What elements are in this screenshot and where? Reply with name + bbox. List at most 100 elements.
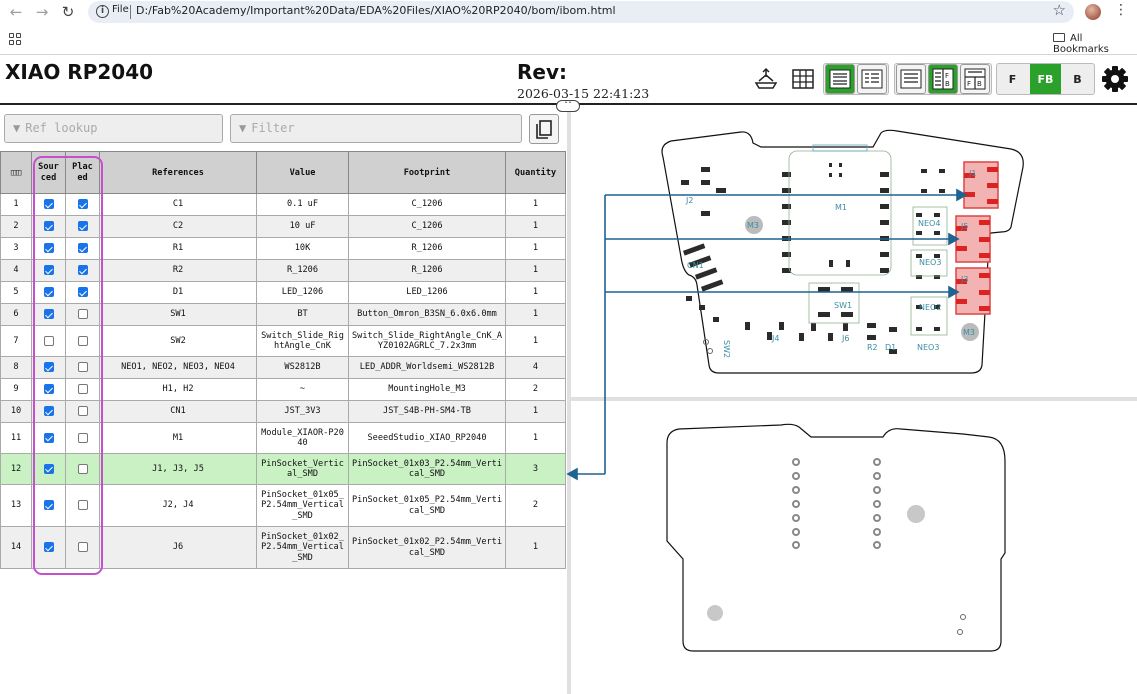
ref-lookup-input[interactable]: ▼ Ref lookup [4,114,223,143]
placed-cell[interactable] [65,215,100,238]
apps-grid-icon[interactable] [9,33,21,45]
sourced-cell[interactable] [31,453,66,485]
placed-cell[interactable] [65,325,100,357]
table-row[interactable]: 11 M1 Module_XIAOR-P2040 SeeedStudio_XIAO_R… [0,422,566,454]
bom-grouped-button[interactable] [825,64,855,94]
bom-only-button[interactable] [896,64,926,94]
back-canvas[interactable] [571,401,1137,694]
table-row[interactable]: 1 C1 0.1 uF C_1206 1 [0,193,566,216]
table-row[interactable]: 9 H1, H2 ~ MountingHole_M3 2 [0,378,566,401]
placed-checkbox[interactable] [77,500,88,510]
column-placed[interactable]: Plac ed [65,151,100,194]
layer-both-button[interactable]: FB [1030,64,1061,94]
sourced-cell[interactable] [31,484,66,527]
sourced-checkbox[interactable] [43,542,54,552]
sourced-cell[interactable] [31,422,66,454]
placed-cell[interactable] [65,281,100,304]
column-value[interactable]: Value [256,151,349,194]
fullscreen-button[interactable] [788,64,818,94]
placed-cell[interactable] [65,422,100,454]
all-bookmarks-button[interactable]: All Bookmarks [1053,33,1137,55]
placed-checkbox[interactable] [77,199,88,209]
sourced-cell[interactable] [31,215,66,238]
table-row[interactable]: 6 SW1 BT Button_Omron_B3SN_6.0x6.0mm 1 [0,303,566,326]
sourced-checkbox[interactable] [43,287,54,297]
table-row[interactable]: 10 CN1 JST_3V3 JST_S4B-PH-SM4-TB 1 [0,400,566,423]
sourced-cell[interactable] [31,237,66,260]
placed-checkbox[interactable] [77,335,88,346]
bookmark-star-icon[interactable]: ☆ [1053,1,1066,19]
table-row[interactable]: 13 J2, J4 PinSocket_01x05_P2.54mm_Vertical… [0,484,566,527]
dark-mode-toggle[interactable] [751,64,781,94]
placed-checkbox[interactable] [77,265,88,275]
placed-cell[interactable] [65,400,100,423]
placed-checkbox[interactable] [77,243,88,253]
bom-left-button[interactable]: FB [928,64,958,94]
sourced-cell[interactable] [31,378,66,401]
column-sourced[interactable]: Sour ced [31,151,66,194]
url-field[interactable]: i File D:/Fab%20Academy/Important%20Data… [88,1,1074,23]
table-row[interactable]: 12 J1, J3, J5 PinSocket_Vertical_SMD PinSoc… [0,453,566,485]
sourced-cell[interactable] [31,193,66,216]
table-row[interactable]: 4 R2 R_1206 R_1206 1 [0,259,566,282]
profile-avatar[interactable] [1085,4,1101,20]
table-row[interactable]: 14 J6 PinSocket_01x02_P2.54mm_Vertical_SMD… [0,526,566,569]
placed-checkbox[interactable] [77,309,88,319]
placed-checkbox[interactable] [77,362,88,372]
placed-checkbox[interactable] [77,406,88,416]
placed-checkbox[interactable] [77,542,88,552]
layer-front-button[interactable]: F [997,64,1028,94]
sourced-checkbox[interactable] [43,243,54,253]
sourced-checkbox[interactable] [43,500,54,510]
sourced-checkbox[interactable] [43,335,54,346]
placed-cell[interactable] [65,526,100,569]
placed-checkbox[interactable] [77,384,88,394]
column-menu-icon[interactable]: ◫◫ [0,151,32,194]
sourced-checkbox[interactable] [43,265,54,275]
column-quantity[interactable]: Quantity [505,151,566,194]
placed-cell[interactable] [65,237,100,260]
reload-icon[interactable]: ↻ [58,3,78,21]
placed-cell[interactable] [65,193,100,216]
table-row[interactable]: 7 SW2 Switch_Slide_RightAngle_CnK Switch_Sl… [0,325,566,357]
column-footprint[interactable]: Footprint [348,151,506,194]
back-icon[interactable]: ← [6,3,26,21]
sourced-checkbox[interactable] [43,406,54,416]
sourced-cell[interactable] [31,356,66,379]
placed-checkbox[interactable] [77,432,88,443]
filter-input[interactable]: ▼ Filter [230,114,522,143]
placed-cell[interactable] [65,259,100,282]
table-row[interactable]: 2 C2 10 uF C_1206 1 [0,215,566,238]
placed-checkbox[interactable] [77,221,88,231]
table-row[interactable]: 5 D1 LED_1206 LED_1206 1 [0,281,566,304]
sourced-cell[interactable] [31,281,66,304]
placed-cell[interactable] [65,453,100,485]
sourced-checkbox[interactable] [43,221,54,231]
sourced-checkbox[interactable] [43,384,54,394]
table-row[interactable]: 8 NEO1, NEO2, NEO3, NEO4 WS2812B LED_ADDR_W… [0,356,566,379]
forward-icon[interactable]: → [32,3,52,21]
placed-cell[interactable] [65,303,100,326]
collapse-header-icon[interactable]: ˆˆ [556,100,580,112]
layer-back-button[interactable]: B [1062,64,1093,94]
placed-cell[interactable] [65,484,100,527]
settings-gear-icon[interactable] [1101,65,1129,93]
sourced-cell[interactable] [31,303,66,326]
sourced-checkbox[interactable] [43,309,54,319]
sourced-checkbox[interactable] [43,463,54,474]
sourced-checkbox[interactable] [43,362,54,372]
site-info-icon[interactable]: i [96,5,109,18]
sourced-checkbox[interactable] [43,199,54,209]
placed-checkbox[interactable] [77,287,88,297]
table-row[interactable]: 3 R1 10K R_1206 1 [0,237,566,260]
sourced-cell[interactable] [31,526,66,569]
column-references[interactable]: References [99,151,257,194]
sourced-checkbox[interactable] [43,432,54,443]
sourced-cell[interactable] [31,400,66,423]
bom-top-button[interactable]: FB [960,64,990,94]
placed-cell[interactable] [65,356,100,379]
sourced-cell[interactable] [31,325,66,357]
placed-cell[interactable] [65,378,100,401]
front-canvas[interactable]: J2M1NEO4NEO3NEO2NEO3 CN1SW1J4 J6R2 D1 SW2 … [571,107,1137,397]
bom-ungrouped-button[interactable] [857,64,887,94]
